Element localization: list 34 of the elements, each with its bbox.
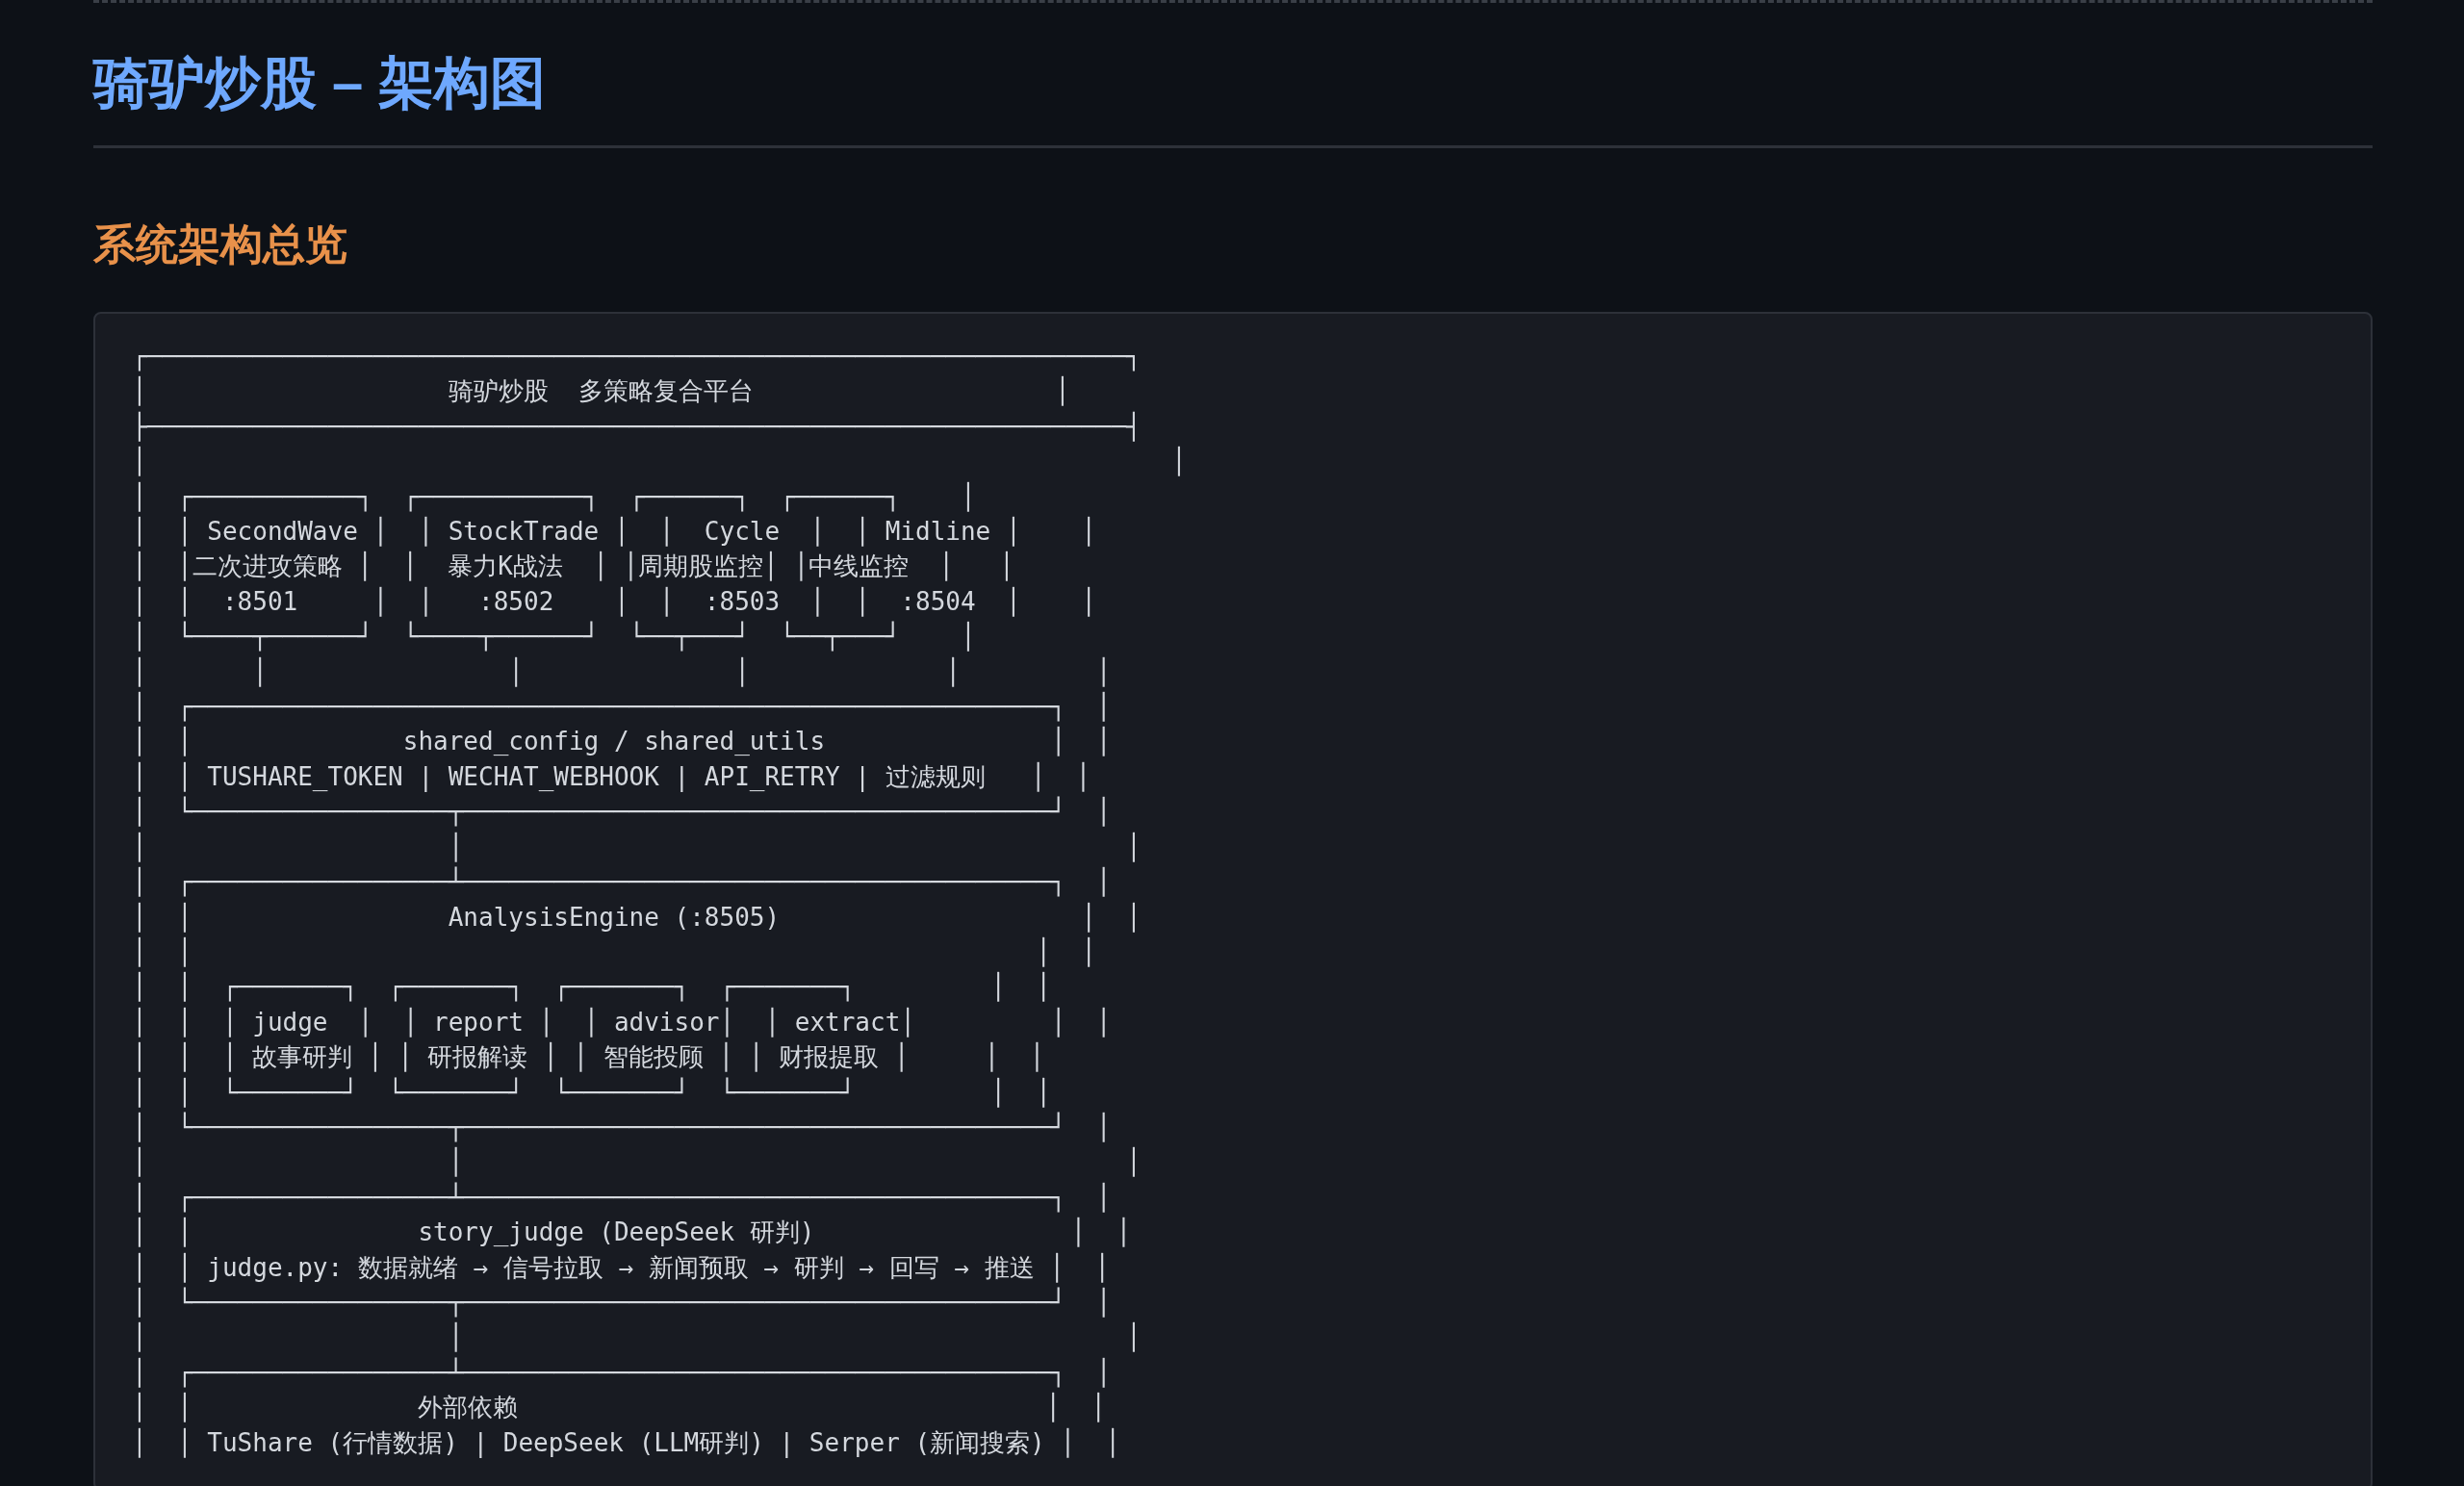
diagram-line: │ │ │ bbox=[132, 831, 1142, 864]
diagram-line: │ │ │ │ bbox=[132, 935, 1096, 969]
diagram-line: │ ┌─────────────────┴───────────────────────────────────────┐ │ bbox=[132, 1356, 1112, 1390]
diagram-line: │ │ 外部依赖 │ │ bbox=[132, 1391, 1106, 1424]
diagram-line: │ │ │ judge │ │ report │ │ advisor│ │ extract│ │ │ bbox=[132, 1006, 1112, 1039]
diagram-line: │ │ shared_config / shared_utils │ │ bbox=[132, 725, 1112, 758]
page-title: 骑驴炒股 – 架构图 bbox=[93, 50, 547, 115]
diagram-line: │ │ │ 故事研判 │ │ 研报解读 │ │ 智能投顾 │ │ 财报提取 │ │ │ bbox=[132, 1040, 1045, 1074]
diagram-line: │ └─────────────────┬───────────────────────────────────────┘ │ bbox=[132, 1286, 1112, 1319]
diagram-line: │ │二次进攻策略 │ │ 暴力K战法 │ │周期股监控│ │中线监控 │ │ bbox=[132, 550, 1014, 583]
diagram-line: │ │ AnalysisEngine (:8505) │ │ bbox=[132, 901, 1142, 935]
diagram-line: │ └────┬──────┘ └────┬──────┘ └──┬───┘ └──┬───┘ │ bbox=[132, 620, 976, 653]
section-heading: 系统架构总览 bbox=[93, 219, 347, 269]
diagram-line: │ 骑驴炒股 多策略复合平台 │ bbox=[132, 374, 1070, 408]
diagram-line: │ ┌───────────┐ ┌───────────┐ ┌──────┐ ┌──────┐ │ bbox=[132, 480, 976, 514]
diagram-line: │ │ │ │ │ │ bbox=[132, 655, 1112, 689]
diagram-line: │ │ │ bbox=[132, 1320, 1142, 1354]
diagram-line: │ ┌─────────────────┴───────────────────────────────────────┐ │ bbox=[132, 865, 1112, 899]
diagram-line: │ │ │ bbox=[132, 1145, 1142, 1179]
diagram-line: ├─────────────────────────────────────────────────────────────────┤ bbox=[132, 410, 1142, 444]
diagram-line: │ └─────────────────┬───────────────────────────────────────┘ │ bbox=[132, 1111, 1112, 1144]
diagram-line: │ │ story_judge (DeepSeek 研判) │ │ bbox=[132, 1216, 1132, 1249]
diagram-line: │ │ judge.py: 数据就绪 → 信号拉取 → 新闻预取 → 研判 → 回写 → 推送 │ │ bbox=[132, 1251, 1110, 1285]
diagram-line: │ │ bbox=[132, 445, 1187, 478]
diagram-line: │ │ SecondWave │ │ StockTrade │ │ Cycle │ │ Midline │ │ bbox=[132, 515, 1096, 549]
diagram-line: │ └─────────────────┬───────────────────────────────────────┘ │ bbox=[132, 795, 1112, 829]
diagram-line: │ │ TuShare (行情数据) | DeepSeek (LLM研判) | Serper (新闻搜索) │ │ bbox=[132, 1426, 1120, 1460]
diagram-line: │ │ ┌───────┐ ┌───────┐ ┌───────┐ ┌───────┐ │ │ bbox=[132, 970, 1051, 1004]
diagram-line: │ ┌─────────────────────────────────────────────────────────┐ │ bbox=[132, 690, 1112, 724]
diagram-line: │ │ └───────┘ └───────┘ └───────┘ └───────┘ │ │ bbox=[132, 1076, 1051, 1110]
diagram-line: ┌─────────────────────────────────────────────────────────────────┐ bbox=[132, 341, 1142, 373]
diagram-line: │ │ :8501 │ │ :8502 │ │ :8503 │ │ :8504 │ │ bbox=[132, 585, 1096, 619]
diagram-line: │ │ TUSHARE_TOKEN | WECHAT_WEBHOOK | API_RETRY | 过滤规则 │ │ bbox=[132, 760, 1091, 794]
diagram-line: │ ┌─────────────────┴───────────────────────────────────────┐ │ bbox=[132, 1181, 1112, 1215]
